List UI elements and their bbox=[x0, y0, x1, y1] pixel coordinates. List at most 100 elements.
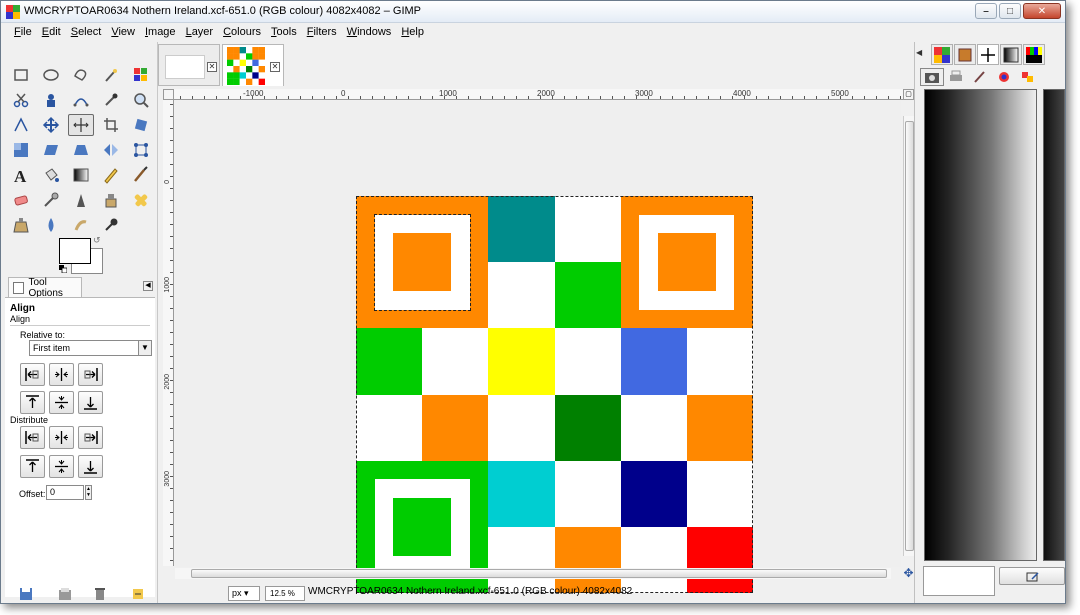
tool-button[interactable] bbox=[38, 214, 64, 236]
tool-button[interactable] bbox=[128, 164, 154, 186]
tab-tool-options[interactable]: Tool Options bbox=[8, 277, 82, 299]
unit-select[interactable]: px ▾ bbox=[228, 586, 260, 601]
tool-button[interactable] bbox=[98, 89, 124, 111]
tool-button[interactable] bbox=[128, 64, 154, 86]
tab-swatches[interactable] bbox=[1016, 68, 1040, 86]
menu-select[interactable]: Select bbox=[66, 23, 107, 42]
tool-button[interactable]: A bbox=[8, 164, 34, 186]
offset-spinner[interactable]: ▲ ▼ bbox=[85, 485, 92, 500]
tab-printer[interactable] bbox=[944, 68, 968, 86]
tool-button[interactable] bbox=[98, 139, 124, 161]
maximize-button[interactable]: □ bbox=[999, 3, 1021, 19]
dock-action-button[interactable] bbox=[999, 567, 1065, 585]
distribute-bottom-button[interactable] bbox=[78, 455, 103, 478]
canvas[interactable] bbox=[175, 101, 901, 594]
save-options-icon[interactable] bbox=[19, 587, 33, 601]
tool-button[interactable] bbox=[38, 164, 64, 186]
distribute-right-button[interactable] bbox=[78, 426, 103, 449]
horizontal-scrollbar[interactable] bbox=[175, 568, 891, 579]
menu-tools[interactable]: Tools bbox=[266, 23, 302, 42]
align-left-edge-button[interactable] bbox=[20, 363, 45, 386]
tool-button[interactable] bbox=[8, 139, 34, 161]
tab-colors[interactable] bbox=[992, 68, 1016, 86]
tool-button[interactable] bbox=[98, 114, 124, 136]
scrollbar-thumb[interactable] bbox=[905, 121, 914, 551]
menu-help[interactable]: Help bbox=[396, 23, 429, 42]
tool-button[interactable] bbox=[128, 114, 154, 136]
align-middle-v-button[interactable] bbox=[49, 391, 74, 414]
panel-menu-icon[interactable]: ◀ bbox=[143, 281, 153, 291]
tool-button[interactable] bbox=[68, 214, 94, 236]
reset-options-icon[interactable] bbox=[131, 587, 145, 601]
tool-button[interactable] bbox=[68, 89, 94, 111]
vertical-scrollbar[interactable] bbox=[903, 116, 914, 556]
tab-gradients[interactable] bbox=[1000, 44, 1022, 65]
zoom-select[interactable]: 12.5 % bbox=[265, 586, 305, 601]
tool-button[interactable] bbox=[98, 164, 124, 186]
restore-options-icon[interactable] bbox=[58, 587, 72, 601]
tool-button[interactable] bbox=[98, 189, 124, 211]
menu-image[interactable]: Image bbox=[140, 23, 181, 42]
align-top-edge-button[interactable] bbox=[20, 391, 45, 414]
default-colors-icon[interactable] bbox=[59, 265, 67, 273]
tab-palettes[interactable] bbox=[1023, 44, 1045, 65]
delete-options-icon[interactable] bbox=[93, 587, 107, 601]
tool-button[interactable] bbox=[8, 114, 34, 136]
menu-edit[interactable]: Edit bbox=[37, 23, 66, 42]
tab-patterns[interactable] bbox=[931, 44, 953, 65]
tool-button[interactable] bbox=[38, 64, 64, 86]
tool-button[interactable] bbox=[68, 139, 94, 161]
tool-button[interactable] bbox=[68, 164, 94, 186]
tool-button[interactable] bbox=[128, 139, 154, 161]
tool-button[interactable] bbox=[98, 214, 124, 236]
gradient-preview[interactable] bbox=[924, 89, 1037, 561]
swap-colors-icon[interactable]: ↺ bbox=[93, 235, 101, 246]
close-button[interactable]: ✕ bbox=[1023, 3, 1061, 19]
distribute-left-button[interactable] bbox=[20, 426, 45, 449]
tab-brushes[interactable] bbox=[954, 44, 976, 65]
scrollbar-thumb[interactable] bbox=[191, 569, 887, 578]
menu-colours[interactable]: Colours bbox=[218, 23, 266, 42]
tab-fonts[interactable] bbox=[977, 44, 999, 65]
horizontal-ruler[interactable]: -1000 0 1000 2000 3000 4000 5000 bbox=[174, 89, 904, 100]
tool-button[interactable] bbox=[8, 189, 34, 211]
minimize-button[interactable]: – bbox=[975, 3, 997, 19]
image-tab-blank[interactable]: ✕ bbox=[158, 44, 220, 86]
menu-layer[interactable]: Layer bbox=[181, 23, 219, 42]
distribute-center-button[interactable] bbox=[49, 426, 74, 449]
menu-windows[interactable]: Windows bbox=[342, 23, 397, 42]
tool-button[interactable] bbox=[68, 64, 94, 86]
tool-button[interactable] bbox=[38, 89, 64, 111]
zoom-fit-icon[interactable]: ▢ bbox=[903, 89, 914, 100]
menu-filters[interactable]: Filters bbox=[302, 23, 342, 42]
distribute-top-button[interactable] bbox=[20, 455, 45, 478]
align-right-edge-button[interactable] bbox=[78, 363, 103, 386]
tool-button[interactable] bbox=[128, 89, 154, 111]
tool-button[interactable] bbox=[8, 89, 34, 111]
tab-close-icon[interactable]: ✕ bbox=[207, 62, 217, 72]
align-center-h-button[interactable] bbox=[49, 363, 74, 386]
quick-mask-toggle[interactable] bbox=[163, 89, 174, 100]
vertical-ruler[interactable]: 01000200030004000 bbox=[163, 100, 174, 566]
tool-button[interactable] bbox=[8, 64, 34, 86]
dock-menu-icon[interactable]: ◀ bbox=[916, 48, 922, 57]
menu-view[interactable]: View bbox=[106, 23, 140, 42]
distribute-middle-button[interactable] bbox=[49, 455, 74, 478]
tool-button[interactable] bbox=[98, 64, 124, 86]
tool-button[interactable] bbox=[128, 189, 154, 211]
tool-button[interactable] bbox=[68, 114, 94, 136]
tab-paintbrush[interactable] bbox=[968, 68, 992, 86]
offset-input[interactable]: 0 bbox=[46, 485, 84, 500]
relative-to-select[interactable]: First item ▼ bbox=[29, 340, 152, 356]
tool-button[interactable] bbox=[38, 139, 64, 161]
tab-close-icon[interactable]: ✕ bbox=[270, 62, 280, 72]
tab-layers-mode[interactable] bbox=[920, 68, 944, 86]
dock-preview-field[interactable] bbox=[923, 566, 995, 596]
tool-button[interactable] bbox=[8, 214, 34, 236]
tool-button[interactable] bbox=[38, 189, 64, 211]
foreground-color-swatch[interactable] bbox=[59, 238, 91, 264]
align-bottom-edge-button[interactable] bbox=[78, 391, 103, 414]
tool-button[interactable] bbox=[68, 189, 94, 211]
image-tab-active[interactable]: ✕ bbox=[222, 44, 284, 86]
tool-button[interactable] bbox=[38, 114, 64, 136]
